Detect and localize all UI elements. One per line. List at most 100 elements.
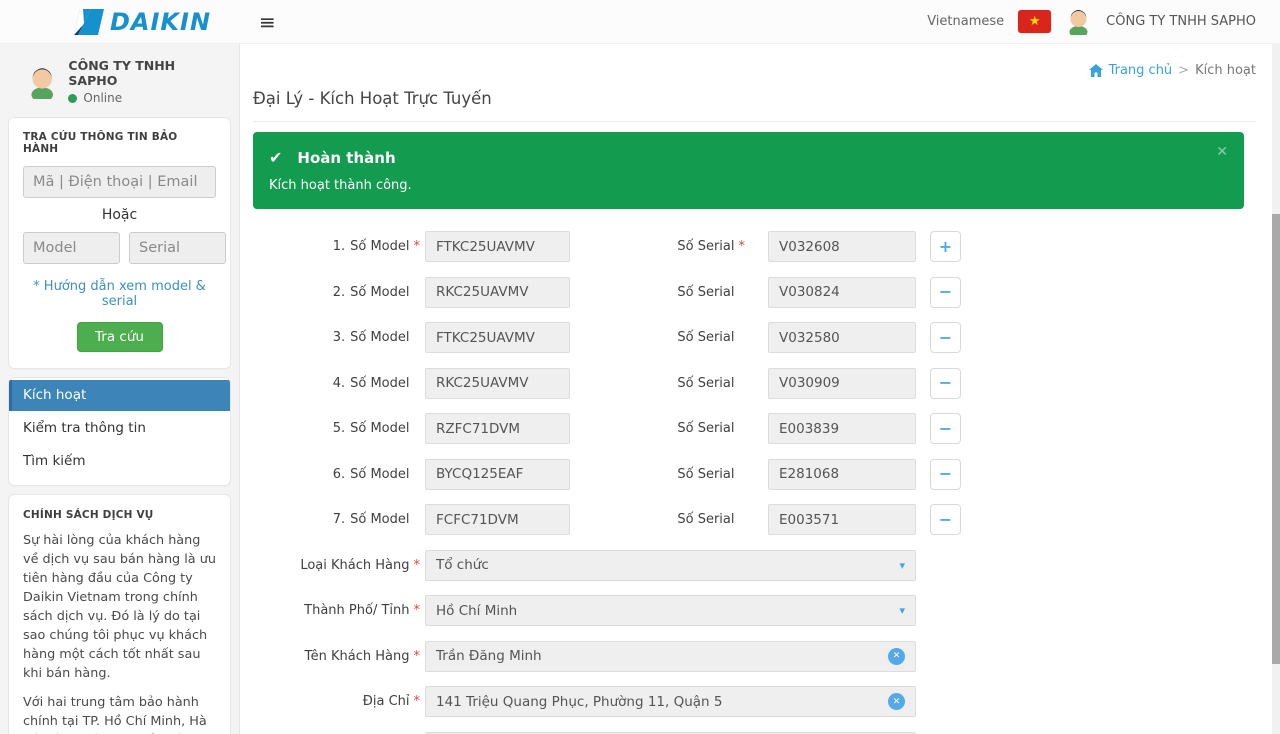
model-serial-row: 5.Số Model* Số Serial* − [253,413,1256,444]
model-input[interactable] [425,277,570,308]
model-input[interactable] [425,413,570,444]
model-serial-row: 3.Số Model* Số Serial* − [253,322,1256,353]
daikin-logo[interactable]: DAIKIN [74,8,211,36]
model-serial-row: 1.Số Model* Số Serial* + [253,231,1256,262]
field-value: 141 Triệu Quang Phục, Phường 11, Quận 5 [436,694,723,710]
model-input[interactable] [425,459,570,490]
field-value: Trần Đăng Minh [436,648,542,664]
model-input[interactable] [425,322,570,353]
row-index: 7. [333,512,345,527]
field-label: Loại Khách Hàng [300,558,409,573]
sidebar-user-panel: CÔNG TY TNHH SAPHO Online [8,50,231,117]
close-icon[interactable]: ✕ [1216,144,1228,160]
topbar-user-name[interactable]: CÔNG TY TNHH SAPHO [1106,14,1256,29]
sidebar-menu: Kích hoạt Kiểm tra thông tin Tìm kiếm [8,377,231,486]
breadcrumb-separator: > [1178,63,1189,78]
policy-heading: CHÍNH SÁCH DỊCH VỤ [23,509,216,521]
address-input[interactable]: 141 Triệu Quang Phục, Phường 11, Quận 5 … [425,686,916,717]
serial-label: Số Serial [677,467,734,482]
field-label: Địa Chỉ [363,694,410,709]
field-label: Thành Phố/ Tỉnh [304,603,409,618]
remove-row-button[interactable]: − [930,277,961,308]
alert-message: Kích hoạt thành công. [269,178,1224,193]
success-alert: ✔ Hoàn thành Kích hoạt thành công. ✕ [253,132,1244,209]
customer-type-select[interactable]: Tổ chức ▾ [425,550,916,581]
model-label: Số Model [350,376,409,391]
row-index: 4. [333,376,345,391]
row-index: 3. [333,330,345,345]
customer-field-row: Địa Chỉ* 141 Triệu Quang Phục, Phường 11… [253,686,1256,717]
sidebar-avatar [26,65,58,99]
service-policy-card: CHÍNH SÁCH DỊCH VỤ Sự hài lòng của khách… [8,494,231,734]
sidebar-item-kiem-tra-thong-tin[interactable]: Kiểm tra thông tin [9,413,230,444]
lookup-heading: TRA CỨU THÔNG TIN BẢO HÀNH [23,131,216,155]
add-row-button[interactable]: + [930,231,961,262]
vertical-scrollbar[interactable] [1272,44,1280,734]
user-avatar[interactable] [1065,8,1092,35]
clear-icon[interactable]: ✕ [888,648,905,665]
breadcrumb-home-link[interactable]: Trang chủ [1089,63,1173,78]
vietnam-flag-icon[interactable]: ★ [1018,10,1051,33]
language-label[interactable]: Vietnamese [927,14,1004,29]
brand-text: DAIKIN [110,8,211,36]
serial-input[interactable] [768,504,916,535]
remove-row-button[interactable]: − [930,504,961,535]
model-label: Số Model [350,285,409,300]
online-status-dot [68,94,77,103]
activation-form: 1.Số Model* Số Serial* + 2.Số Model* Số … [253,231,1256,734]
model-input[interactable] [425,231,570,262]
alert-title: Hoàn thành [297,149,395,167]
code-phone-email-input[interactable] [23,166,216,198]
required-marker: * [414,649,421,664]
model-lookup-input[interactable] [23,232,120,264]
customer-name-input[interactable]: Trần Đăng Minh ✕ [425,641,916,672]
chevron-down-icon: ▾ [899,604,905,617]
page-title: Đại Lý - Kích Hoạt Trực Tuyến [253,89,1256,122]
serial-input[interactable] [768,368,916,399]
serial-label: Số Serial [677,239,734,254]
serial-input[interactable] [768,277,916,308]
customer-field-row: Tên Khách Hàng * Trần Đăng Minh ✕ [253,641,1256,672]
row-index: 5. [333,421,345,436]
row-index: 1. [333,239,345,254]
serial-input[interactable] [768,322,916,353]
remove-row-button[interactable]: − [930,322,961,353]
field-value: Tổ chức [436,557,489,573]
serial-lookup-input[interactable] [129,232,226,264]
lookup-button[interactable]: Tra cứu [77,322,163,352]
model-label: Số Model [350,330,409,345]
clear-icon[interactable]: ✕ [888,693,905,710]
model-label: Số Model [350,467,409,482]
daikin-logo-icon [74,9,104,35]
model-serial-row: 4.Số Model* Số Serial* − [253,368,1256,399]
remove-row-button[interactable]: − [930,459,961,490]
serial-input[interactable] [768,231,916,262]
model-input[interactable] [425,504,570,535]
hamburger-menu-icon[interactable]: ≡ [259,12,276,32]
breadcrumb-current: Kích hoạt [1195,63,1256,78]
model-input[interactable] [425,368,570,399]
warranty-lookup-card: TRA CỨU THÔNG TIN BẢO HÀNH Hoặc * Hướng … [8,117,231,369]
check-icon: ✔ [269,148,282,167]
topbar: DAIKIN ≡ Vietnamese ★ CÔNG TY TNHH SAPHO [0,0,1280,44]
remove-row-button[interactable]: − [930,413,961,444]
serial-label: Số Serial [677,376,734,391]
serial-label: Số Serial [677,285,734,300]
model-label: Số Model [350,239,409,254]
remove-row-button[interactable]: − [930,368,961,399]
sidebar-item-kich-hoat[interactable]: Kích hoạt [9,380,230,411]
city-select[interactable]: Hồ Chí Minh ▾ [425,595,916,626]
serial-input[interactable] [768,459,916,490]
model-serial-guide-link[interactable]: * Hướng dẫn xem model & serial [23,279,216,309]
row-index: 6. [333,467,345,482]
sidebar-user-name: CÔNG TY TNHH SAPHO [68,58,221,88]
sidebar-item-tim-kiem[interactable]: Tìm kiếm [9,446,230,477]
field-label: Tên Khách Hàng [305,649,410,664]
scrollbar-thumb[interactable] [1272,214,1280,664]
required-marker: * [739,239,746,254]
main-content: Trang chủ > Kích hoạt Đại Lý - Kích Hoạt… [240,44,1280,734]
breadcrumb: Trang chủ > Kích hoạt [253,44,1256,78]
serial-input[interactable] [768,413,916,444]
field-value: Hồ Chí Minh [436,603,517,619]
customer-field-row: Loại Khách Hàng* Tổ chức ▾ [253,550,1256,581]
